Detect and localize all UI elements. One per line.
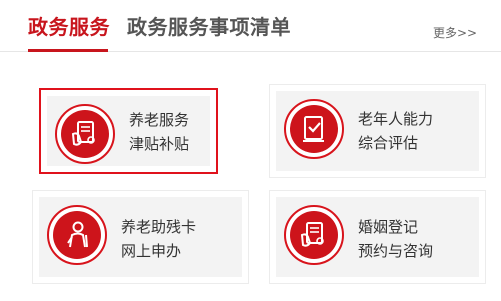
service-name-line2: 综合评估 [358, 134, 419, 152]
service-card-label: 养老助残卡 网上申办 [121, 215, 196, 263]
more-link[interactable]: 更多>> [433, 24, 477, 41]
service-card-label: 婚姻登记 预约与咨询 [358, 215, 433, 263]
service-name-line1: 老年人能力 [358, 110, 434, 128]
service-card-elderly-disability-card[interactable]: 养老助残卡 网上申办 [32, 190, 249, 284]
service-name-line1: 婚姻登记 [358, 218, 419, 236]
panel-header: 政务服务 政务服务事项清单 更多>> [0, 0, 501, 52]
service-name-line1: 养老助残卡 [121, 218, 197, 236]
service-name-line1: 养老服务 [129, 111, 190, 129]
active-tab-indicator [28, 49, 108, 52]
service-card-label: 老年人能力 综合评估 [358, 107, 433, 155]
service-card-marriage-registration[interactable]: 婚姻登记 预约与咨询 [269, 190, 486, 284]
elderly-person-icon [47, 205, 107, 265]
government-services-panel: 政务服务 政务服务事项清单 更多>> 养老服务 津贴补贴 老年人能力 综合评估 … [0, 0, 501, 301]
service-name-line2: 津贴补贴 [129, 135, 190, 153]
hand-document-icon [55, 104, 115, 164]
service-name-line2: 预约与咨询 [358, 242, 434, 260]
tab-service-item-list[interactable]: 政务服务事项清单 [127, 11, 291, 40]
tab-government-services[interactable]: 政务服务 [28, 11, 110, 40]
service-name-line2: 网上申办 [121, 242, 182, 260]
service-card-elderly-care-subsidy[interactable]: 养老服务 津贴补贴 [39, 88, 218, 174]
checked-document-icon [284, 99, 344, 159]
service-card-elderly-ability-assessment[interactable]: 老年人能力 综合评估 [269, 84, 486, 178]
service-card-label: 养老服务 津贴补贴 [129, 108, 189, 156]
hand-document-icon [284, 205, 344, 265]
